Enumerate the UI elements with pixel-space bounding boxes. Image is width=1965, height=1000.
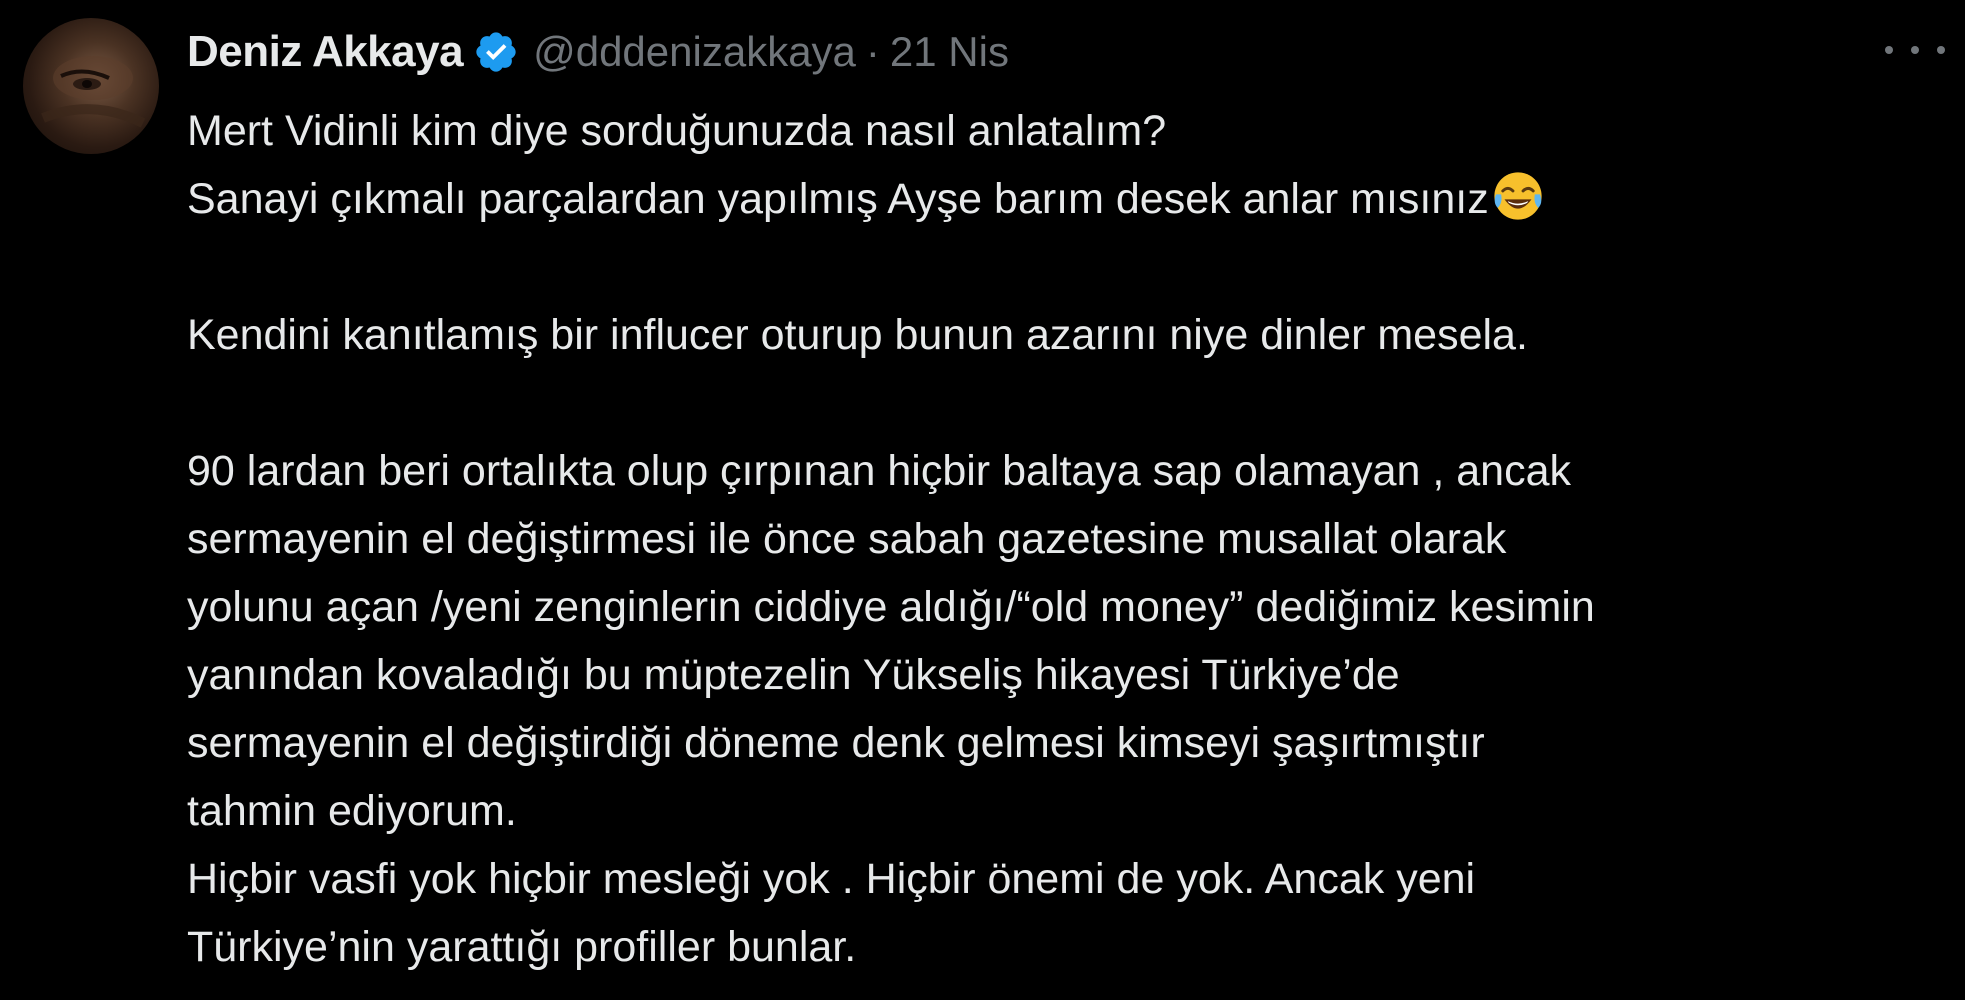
display-name[interactable]: Deniz Akkaya bbox=[187, 27, 464, 77]
tweet-line: Kendini kanıtlamış bir influcer oturup b… bbox=[187, 311, 1528, 359]
tweet-line-with-emoji: Sanayi çıkmalı parçalardan yapılmış Ayşe… bbox=[187, 165, 1947, 233]
verified-badge-icon bbox=[473, 29, 519, 75]
tweet-line: yolunu açan /yeni zenginlerin ciddiye al… bbox=[187, 583, 1595, 631]
dot bbox=[1911, 46, 1919, 54]
separator-dot: · bbox=[865, 28, 880, 75]
tweet-line: sermayenin el değiştirmesi ile önce saba… bbox=[187, 515, 1507, 563]
tweet-text: Mert Vidinli kim diye sorduğunuzda nasıl… bbox=[187, 97, 1947, 981]
tweet-line: tahmin ediyorum. bbox=[187, 787, 517, 835]
tweet-line: Sanayi çıkmalı parçalardan yapılmış Ayşe… bbox=[187, 175, 1489, 223]
tweet-line: Hiçbir vasfi yok hiçbir mesleği yok . Hi… bbox=[187, 855, 1476, 903]
dot bbox=[1885, 46, 1893, 54]
tweet-line: Türkiye’nin yarattığı profiller bunlar. bbox=[187, 923, 857, 971]
user-handle[interactable]: @dddenizakkaya bbox=[533, 28, 856, 76]
tweet[interactable]: Deniz Akkaya @dddenizakkaya · 21 Nis Mer… bbox=[0, 0, 1965, 1000]
tweet-header: Deniz Akkaya @dddenizakkaya · 21 Nis bbox=[187, 22, 1009, 82]
face-with-tears-of-joy-icon bbox=[1491, 169, 1545, 223]
more-options-icon[interactable] bbox=[1885, 30, 1945, 70]
tweet-date[interactable]: 21 Nis bbox=[890, 28, 1009, 76]
tweet-line: sermayenin el değiştirdiği döneme denk g… bbox=[187, 719, 1485, 767]
avatar-image bbox=[41, 56, 146, 128]
tweet-line: 90 lardan beri ortalıkta olup çırpınan h… bbox=[187, 447, 1571, 495]
tweet-line: yanından kovaladığı bu müptezelin Yüksel… bbox=[187, 651, 1400, 699]
tweet-line: Mert Vidinli kim diye sorduğunuzda nasıl… bbox=[187, 107, 1167, 155]
dot bbox=[1937, 46, 1945, 54]
avatar[interactable] bbox=[23, 18, 159, 154]
